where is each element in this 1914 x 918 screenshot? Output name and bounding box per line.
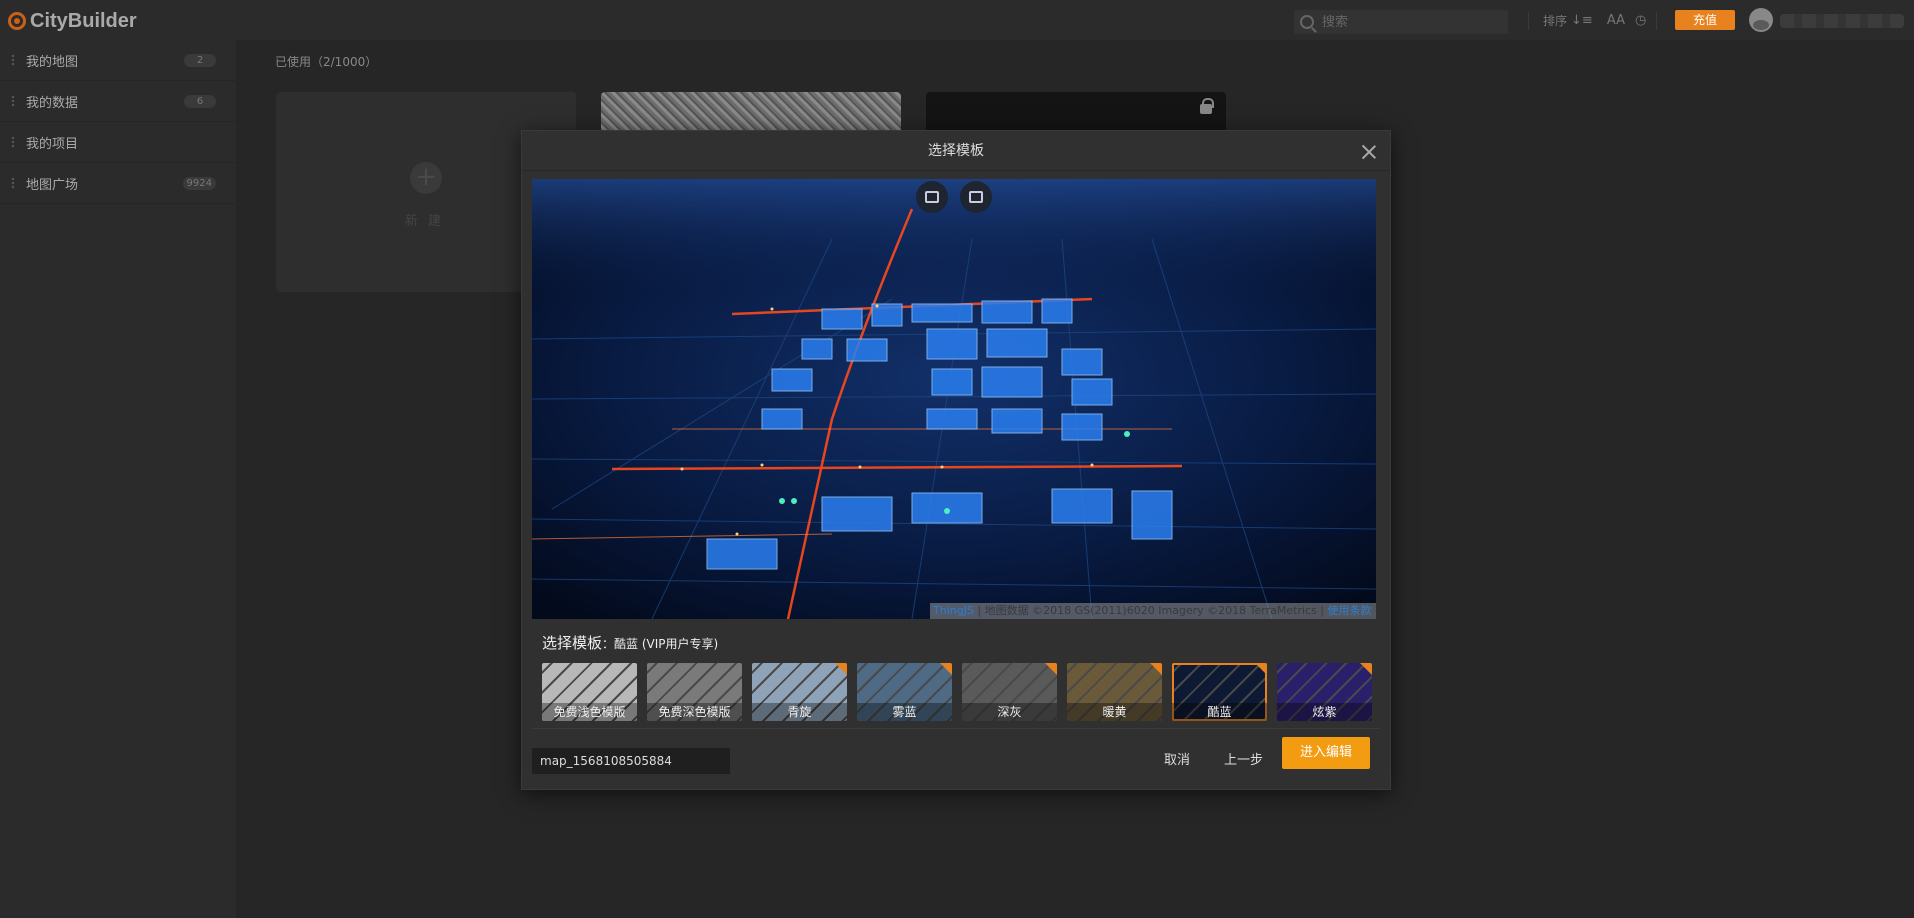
sidebar-item-label: 我的项目 — [26, 136, 79, 152]
sidebar-item-my-projects[interactable]: 我的项目 — [0, 122, 236, 163]
dialog-title: 选择模板 — [522, 131, 1390, 171]
logo-text: CityBuilder — [30, 9, 137, 32]
count-badge: 2 — [184, 54, 216, 67]
top-bar: CityBuilder 排序 ↓≡ AA ◷ 充值 — [0, 0, 1914, 40]
template-list: 免费浅色模版 免费深色模版 青旋 雾蓝 深灰 暖黄 酷蓝 炫紫 — [542, 663, 1372, 721]
drag-handle-icon[interactable] — [11, 95, 15, 107]
attribution-text: | 地图数据 ©2018 GS(2011)6020 Imagery ©2018 … — [973, 604, 1328, 617]
template-header: 选择模板：酷蓝 (VIP用户专享) — [542, 632, 718, 653]
sidebar-item-label: 我的地图 — [26, 54, 79, 70]
map-name-input[interactable] — [532, 748, 730, 774]
template-header-title: 选择模板 — [542, 634, 603, 652]
sort-control[interactable]: 排序 ↓≡ AA ◷ — [1543, 12, 1646, 29]
template-option[interactable]: 免费浅色模版 — [542, 663, 637, 721]
template-option[interactable]: 深灰 — [962, 663, 1057, 721]
charge-button[interactable]: 充值 — [1675, 10, 1735, 30]
usage-label: 已使用（2/1000） — [275, 55, 378, 69]
terms-link[interactable]: 使用条款 — [1328, 604, 1372, 617]
template-option[interactable]: 免费深色模版 — [647, 663, 742, 721]
vip-corner-icon — [1255, 663, 1267, 675]
divider — [1528, 12, 1529, 30]
count-badge: 6 — [184, 95, 216, 108]
template-option[interactable]: 雾蓝 — [857, 663, 952, 721]
template-preview[interactable]: ThingJS | 地图数据 ©2018 GS(2011)6020 Imager… — [532, 179, 1376, 619]
template-option-label: 青旋 — [752, 703, 847, 721]
drag-handle-icon[interactable] — [11, 177, 15, 189]
sort-label: 排序 — [1543, 14, 1568, 28]
plus-icon: + — [410, 162, 442, 194]
screenshot-button[interactable] — [916, 181, 948, 213]
sidebar-item-label: 我的数据 — [26, 95, 79, 111]
sidebar-item-my-maps[interactable]: 我的地图 2 — [0, 40, 236, 81]
vip-corner-icon — [940, 663, 952, 675]
enter-editor-button[interactable]: 进入编辑 — [1282, 737, 1370, 769]
drag-handle-icon[interactable] — [11, 136, 15, 148]
calendar-icon — [969, 191, 983, 203]
back-button[interactable]: 上一步 — [1224, 748, 1263, 774]
search-box[interactable] — [1294, 10, 1508, 34]
divider — [532, 728, 1380, 729]
sort-icon[interactable]: ↓≡ — [1571, 13, 1593, 28]
template-option[interactable]: 青旋 — [752, 663, 847, 721]
template-option-label: 免费浅色模版 — [542, 703, 637, 721]
vip-corner-icon — [1150, 663, 1162, 675]
calendar-button[interactable] — [960, 181, 992, 213]
template-option[interactable]: 酷蓝 — [1172, 663, 1267, 721]
template-option-label: 免费深色模版 — [647, 703, 742, 721]
image-icon — [925, 191, 939, 203]
count-badge: 9924 — [182, 177, 216, 190]
sidebar: 我的地图 2 我的数据 6 我的项目 地图广场 9924 — [0, 40, 236, 918]
cancel-button[interactable]: 取消 — [1164, 748, 1190, 774]
template-option-label: 深灰 — [962, 703, 1057, 721]
clock-icon[interactable]: ◷ — [1635, 13, 1646, 28]
template-option-label: 雾蓝 — [857, 703, 952, 721]
template-option[interactable]: 暖黄 — [1067, 663, 1162, 721]
attribution-brand-link[interactable]: ThingJS — [933, 604, 974, 617]
template-header-selected: ：酷蓝 (VIP用户专享) — [602, 637, 719, 651]
avatar[interactable] — [1749, 8, 1773, 32]
template-option-label: 酷蓝 — [1172, 703, 1267, 721]
close-icon[interactable] — [1362, 145, 1376, 159]
map-attribution: ThingJS | 地图数据 ©2018 GS(2011)6020 Imager… — [930, 603, 1376, 619]
sidebar-item-label: 地图广场 — [26, 177, 79, 193]
select-template-dialog: 选择模板 ThingJS | 地图数据 ©2018 GS(2011)6020 I… — [521, 130, 1391, 790]
sidebar-item-map-square[interactable]: 地图广场 9924 — [0, 163, 236, 204]
new-map-label: 新建 — [405, 214, 452, 229]
search-input[interactable] — [1322, 14, 1492, 30]
vip-corner-icon — [1045, 663, 1057, 675]
template-option-label: 炫紫 — [1277, 703, 1372, 721]
search-icon — [1300, 15, 1314, 29]
map-card-locked[interactable] — [926, 92, 1226, 132]
template-option-label: 暖黄 — [1067, 703, 1162, 721]
preview-map-illustration — [532, 179, 1376, 619]
vip-corner-icon — [835, 663, 847, 675]
drag-handle-icon[interactable] — [11, 54, 15, 66]
vip-corner-icon — [1360, 663, 1372, 675]
font-size-icon[interactable]: AA — [1607, 13, 1625, 28]
logo-icon — [8, 12, 26, 30]
lock-icon — [1200, 98, 1214, 114]
sidebar-item-my-data[interactable]: 我的数据 6 — [0, 81, 236, 122]
template-option[interactable]: 炫紫 — [1277, 663, 1372, 721]
divider — [1656, 12, 1657, 30]
username-blurred[interactable] — [1780, 14, 1904, 28]
logo[interactable]: CityBuilder — [8, 9, 137, 33]
map-card-thumbnail[interactable] — [601, 92, 901, 132]
